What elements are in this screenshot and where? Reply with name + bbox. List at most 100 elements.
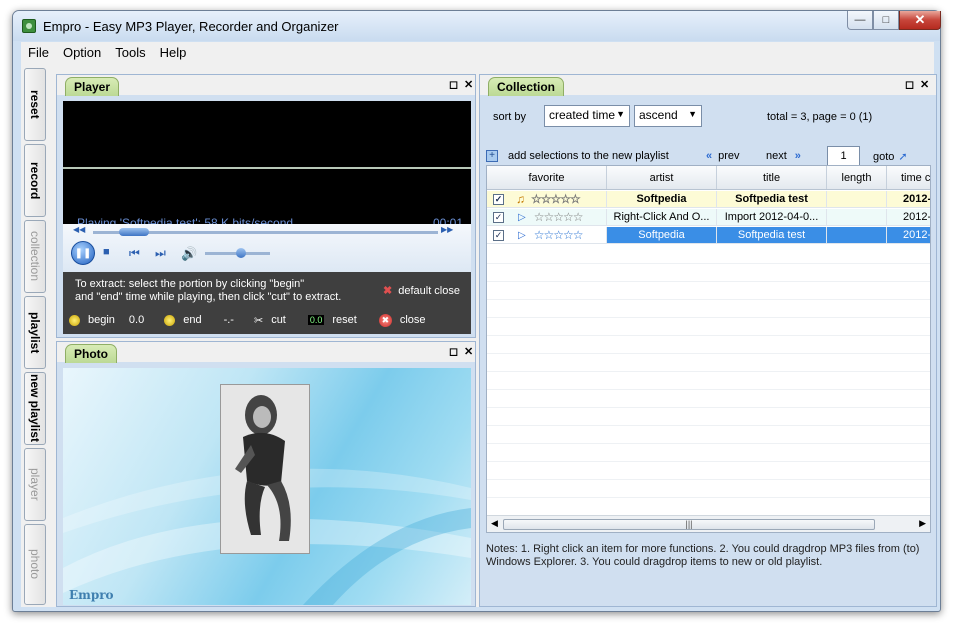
app-window: Empro - Easy MP3 Player, Recorder and Or… [12,10,941,612]
previous-track-icon[interactable]: ⏮ [129,246,140,261]
scissors-icon: ✂ [253,314,264,327]
next-page-button[interactable]: next » [766,150,807,162]
figure-sketch-image [235,395,291,541]
side-tab-collection[interactable]: collection [24,220,46,293]
volume-handle[interactable] [235,248,246,258]
rating-stars[interactable]: ☆☆☆☆☆ [531,192,581,206]
fast-forward-icon[interactable]: ▶▶ [441,225,453,234]
horizontal-scrollbar[interactable]: ◀ ||| ▶ [487,515,930,532]
scroll-left-icon[interactable]: ◀ [491,518,498,529]
column-favorite[interactable]: favorite [487,166,607,189]
menu-help[interactable]: Help [153,45,194,60]
collection-panel-header: Collection ◻ ✕ [480,75,936,96]
collection-float-icon[interactable]: ◻ [905,78,914,91]
rewind-icon[interactable]: ◀◀ [73,225,85,234]
scrollbar-thumb[interactable]: ||| [503,519,875,530]
pause-button[interactable]: ❚❚ [71,241,95,265]
menu-tools[interactable]: Tools [108,45,152,60]
extract-close-button[interactable]: close [400,314,426,326]
cut-button[interactable]: cut [271,314,286,326]
side-tab-playlist[interactable]: playlist [24,296,46,369]
column-length[interactable]: length [827,166,887,189]
begin-button[interactable]: begin [88,314,115,326]
column-time-created[interactable]: time c [887,166,930,189]
end-value: -.- [223,314,234,326]
album-photo[interactable] [220,384,310,554]
side-tab-label: collection [28,231,42,282]
grid-line [487,263,930,264]
time-cell: 2012- [887,191,930,207]
collection-close-icon[interactable]: ✕ [920,78,929,91]
column-title[interactable]: title [717,166,827,189]
goto-button[interactable]: goto ➚ [873,150,908,163]
table-row[interactable]: ✓ ▷ ☆☆☆☆☆ Softpedia Softpedia test 2012- [487,227,930,244]
title-bar[interactable]: Empro - Easy MP3 Player, Recorder and Or… [13,11,941,41]
favorite-cell: ✓ ▷ ☆☆☆☆☆ [487,209,607,225]
row-checkbox[interactable]: ✓ [493,211,504,223]
volume-icon[interactable]: 🔊 [181,246,197,262]
table-row[interactable]: ✓ ▷ ☆☆☆☆☆ Right-Click And O... Import 20… [487,209,930,226]
rating-stars[interactable]: ☆☆☆☆☆ [534,228,584,242]
next-label: next [766,150,787,162]
grid-line [487,299,930,300]
reset-button[interactable]: reset [332,314,356,326]
music-note-icon: ♫ [516,192,525,206]
length-cell [827,227,887,243]
rating-stars[interactable]: ☆☆☆☆☆ [534,210,584,224]
waveform-line [63,167,471,169]
stopwatch-icon [164,314,176,326]
extract-instructions: To extract: select the portion by clicki… [75,278,355,304]
side-tab-reset[interactable]: reset [24,68,46,141]
row-checkbox[interactable]: ✓ [493,193,504,205]
close-icon: ✖ [378,313,392,327]
page-number-input[interactable]: 1 [827,146,860,166]
next-track-icon[interactable]: ⏭ [155,246,166,261]
window-title: Empro - Easy MP3 Player, Recorder and Or… [43,19,339,34]
default-close-button[interactable]: ✖ default close [383,284,460,297]
default-close-label: default close [398,285,460,297]
play-arrow-icon: ▷ [518,211,526,223]
side-tab-player[interactable]: player [24,448,46,521]
chevrons-left-icon: « [706,150,713,162]
client-area: reset record collection playlist new pla… [21,62,937,607]
side-tab-photo[interactable]: photo [24,524,46,605]
end-button[interactable]: end [183,314,201,326]
side-tab-label: photo [28,549,42,580]
visualizer-screen: Playing 'Softpedia test': 58 K bits/seco… [63,101,471,230]
player-float-icon[interactable]: ◻ [449,78,458,91]
menu-bar: File Option Tools Help [21,42,934,62]
grid-line [487,353,930,354]
minimize-button[interactable]: — [847,11,873,30]
seek-handle[interactable] [118,228,149,236]
collection-notes: Notes: 1. Right click an item for more f… [486,543,920,568]
sort-order-select[interactable]: ascend ▼ [634,105,702,127]
prev-page-button[interactable]: « prev [706,150,740,162]
begin-value: 0.0 [128,314,145,326]
table-row[interactable]: ✓ ♫ ☆☆☆☆☆ Softpedia Softpedia test 2012- [487,191,930,208]
row-checkbox[interactable]: ✓ [493,229,504,241]
time-cell: 2012- [887,227,930,243]
maximize-button[interactable]: □ [873,11,899,30]
menu-option[interactable]: Option [56,45,108,60]
photo-close-icon[interactable]: ✕ [464,345,473,358]
total-count: total = 3, page = 0 (1) [767,111,873,123]
close-window-button[interactable]: ✕ [899,11,941,30]
sort-field-select[interactable]: created time ▼ [544,105,630,127]
reset-value: 0.0 [307,315,325,325]
photo-panel-header: Photo ◻ ✕ [57,342,475,363]
side-tab-record[interactable]: record [24,144,46,217]
player-tab[interactable]: Player [65,77,120,96]
photo-float-icon[interactable]: ◻ [449,345,458,358]
grid-line [487,371,930,372]
sort-by-label: sort by [493,111,527,123]
player-panel: Player ◻ ✕ Playing 'Softpedia test': 58 … [56,74,476,338]
player-close-icon[interactable]: ✕ [464,78,473,91]
photo-tab[interactable]: Photo [65,344,117,363]
collection-tab[interactable]: Collection [488,77,565,96]
add-selection-button[interactable]: + add selections to the new playlist [486,150,669,162]
stop-icon[interactable]: ■ [103,246,110,258]
menu-file[interactable]: File [21,45,56,60]
column-artist[interactable]: artist [607,166,717,189]
side-tab-new-playlist[interactable]: new playlist [24,372,46,445]
scroll-right-icon[interactable]: ▶ [919,518,926,529]
